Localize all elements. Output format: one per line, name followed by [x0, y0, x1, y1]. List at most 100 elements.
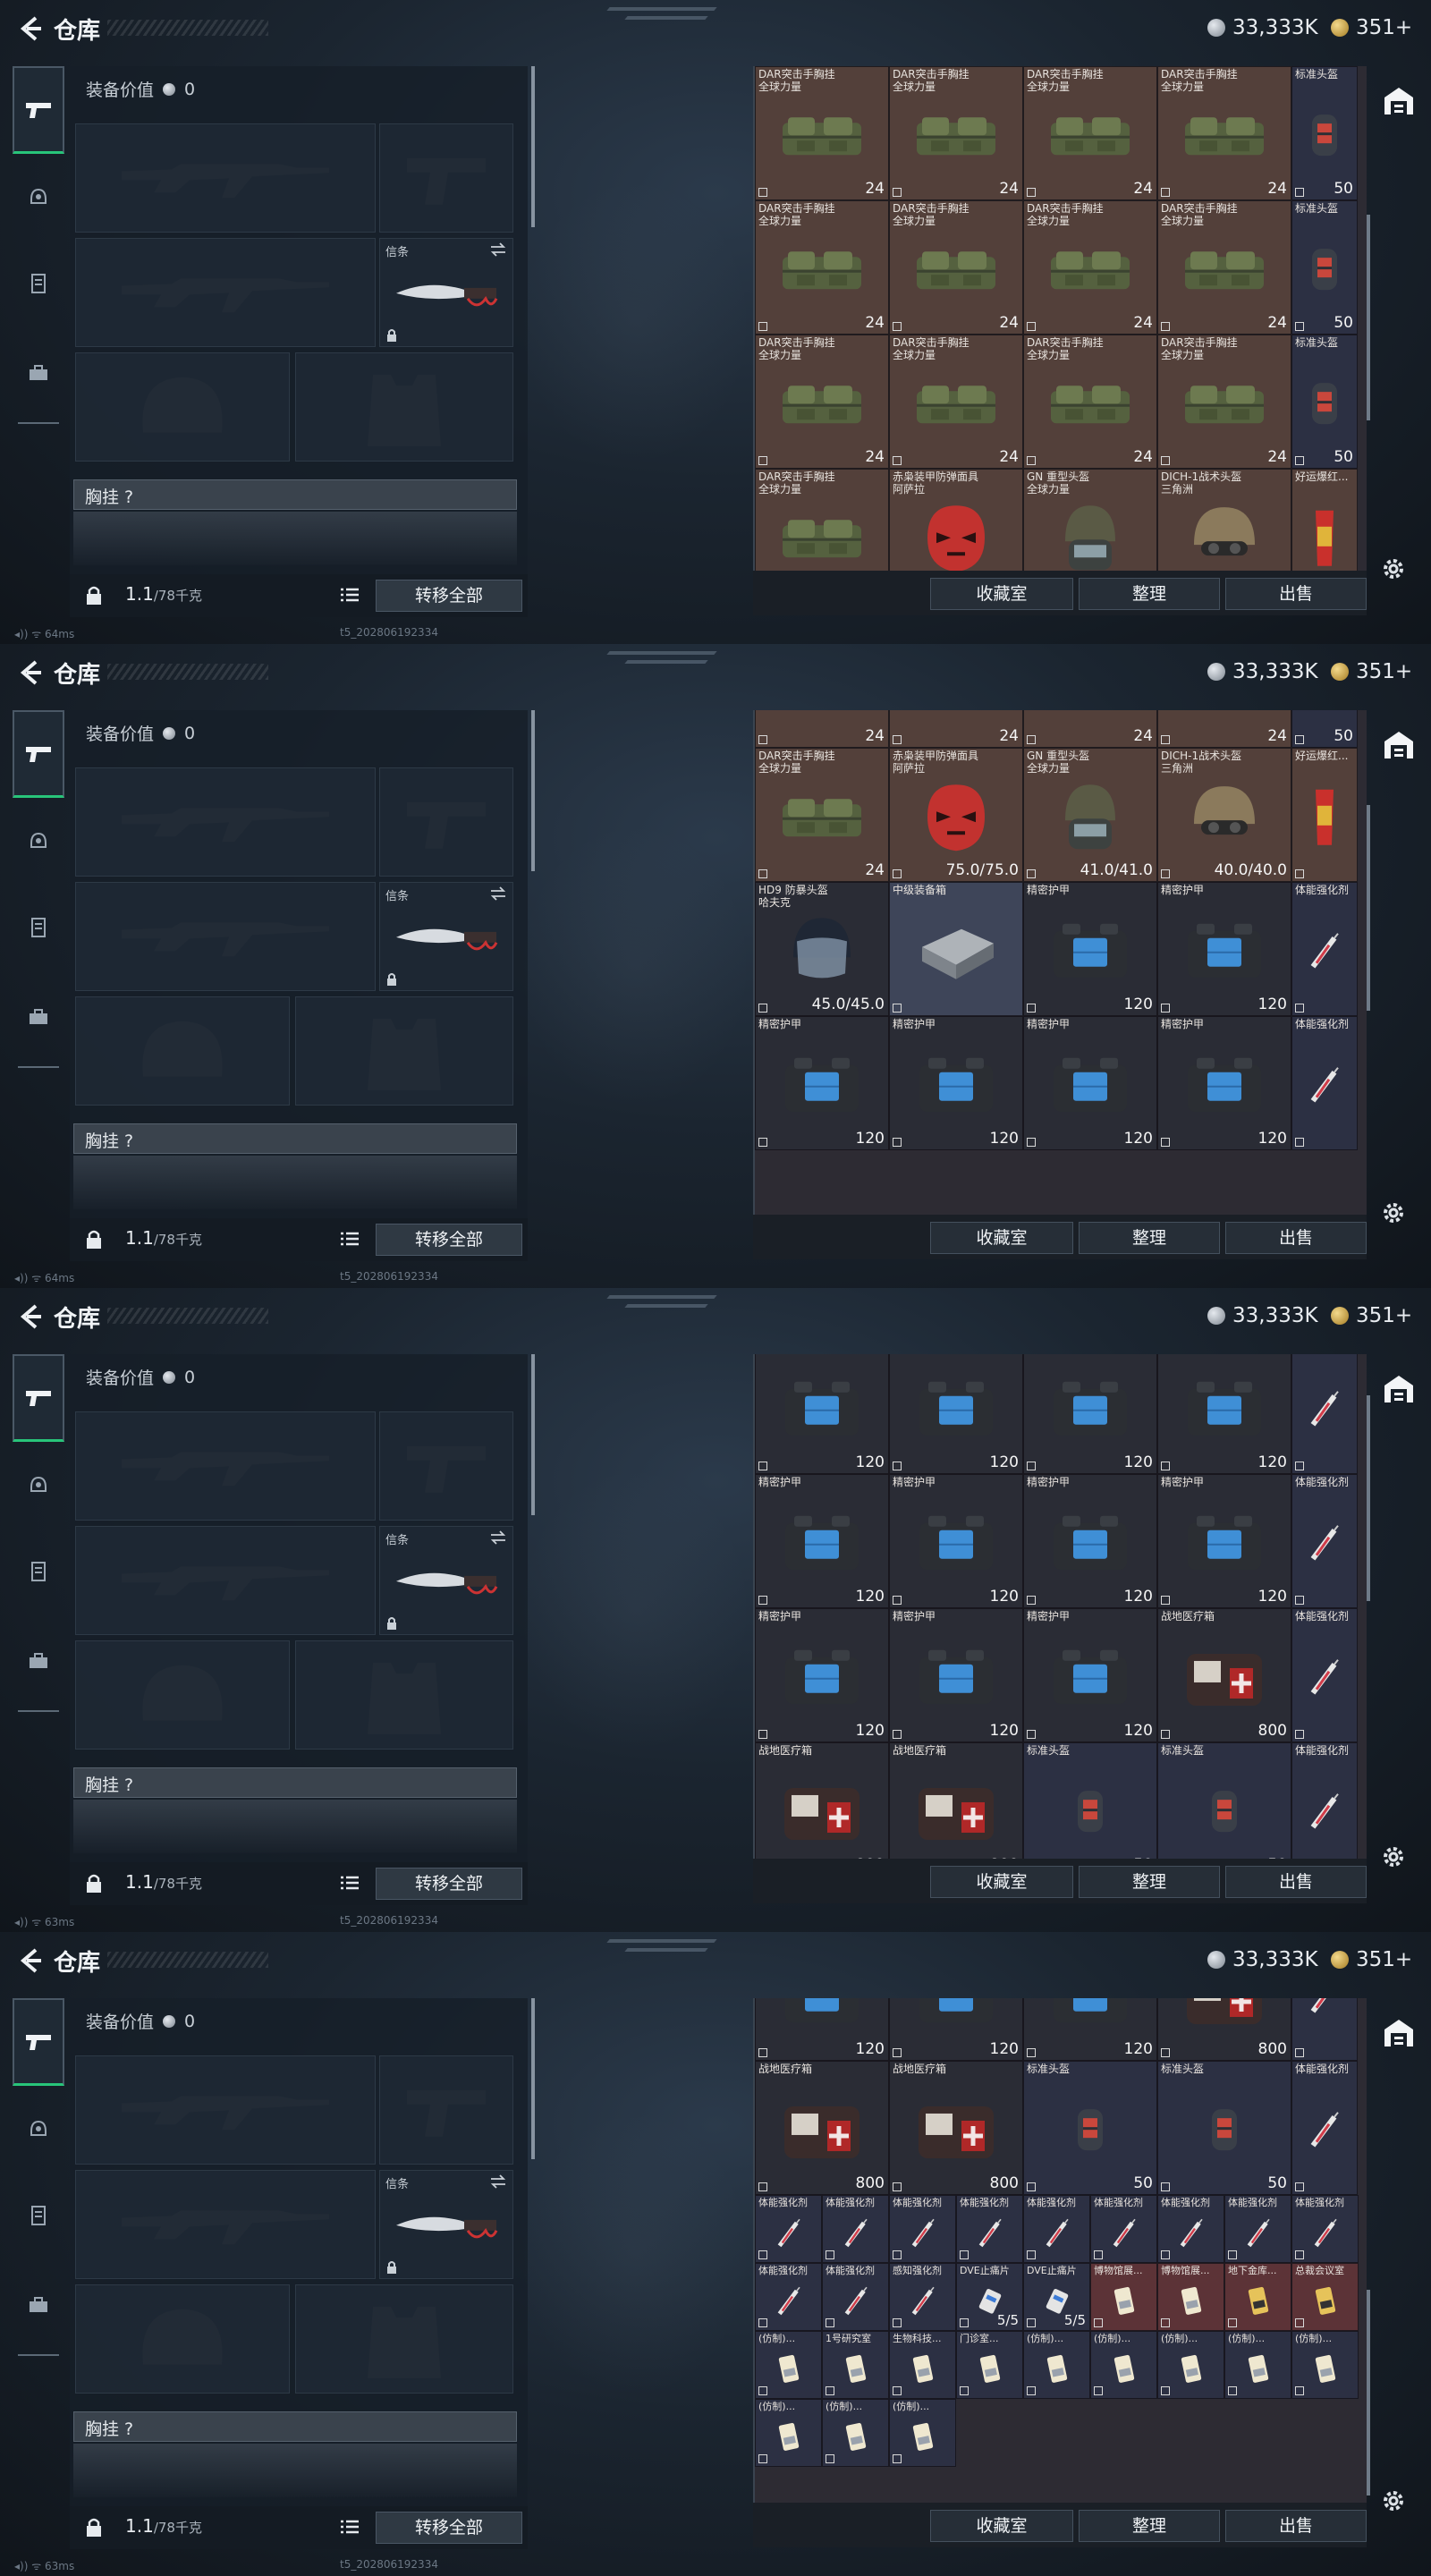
inventory-item[interactable]: (仿制)...	[1291, 2331, 1359, 2399]
inventory-item[interactable]: 精密护甲120	[755, 1608, 889, 1742]
swap-icon[interactable]	[489, 1530, 507, 1545]
warehouse-scrollbar[interactable]	[1367, 2290, 1370, 2496]
inventory-item[interactable]: 战地医疗箱800	[889, 2061, 1023, 2195]
settings-gear-icon[interactable]	[1379, 555, 1408, 583]
inventory-item[interactable]: 120	[1023, 1998, 1157, 2061]
warehouse-scrollbar[interactable]	[1367, 805, 1370, 1011]
nav-bags[interactable]	[18, 1639, 59, 1683]
inventory-item[interactable]: 精密护甲120	[1023, 1474, 1157, 1608]
helmet-slot[interactable]	[75, 352, 290, 462]
inventory-item[interactable]: DAR突击手胸挂 全球力量 24	[1157, 200, 1291, 335]
inventory-item[interactable]: (仿制)...	[755, 2399, 822, 2467]
nav-bags[interactable]	[18, 995, 59, 1039]
primary-weapon-slot[interactable]	[75, 767, 376, 877]
inventory-item[interactable]: 精密护甲120	[1023, 1354, 1157, 1474]
sell-button[interactable]: 出售	[1225, 578, 1367, 610]
nav-helmets[interactable]	[18, 2107, 59, 2152]
list-icon[interactable]	[340, 587, 360, 603]
tab-warehouse[interactable]	[1377, 2011, 1420, 2055]
helmet-slot[interactable]	[75, 1640, 290, 1750]
transfer-all-button[interactable]: 转移全部	[376, 1224, 522, 1256]
loadout-scrollbar[interactable]	[531, 1354, 535, 1515]
secure-melee-slot[interactable]: 信条	[379, 1526, 513, 1635]
warehouse-scrollbar[interactable]	[1367, 1395, 1370, 1601]
sidearm-slot[interactable]	[379, 767, 513, 877]
inventory-item[interactable]: 标准头盔 50	[1291, 200, 1358, 335]
nav-helmets[interactable]	[18, 819, 59, 864]
inventory-item[interactable]: 体能强化剂	[1291, 1016, 1358, 1150]
inventory-item[interactable]: 好运爆红...	[1291, 748, 1358, 882]
sidearm-slot[interactable]	[379, 1411, 513, 1521]
chest-rig-header[interactable]: 胸挂 ?	[73, 1123, 517, 1154]
vault-button[interactable]: 收藏室	[930, 1222, 1073, 1254]
inventory-item[interactable]: DAR突击手胸挂 全球力量 24	[1157, 66, 1291, 200]
list-icon[interactable]	[340, 1231, 360, 1247]
inventory-item[interactable]: (仿制)...	[1090, 2331, 1157, 2399]
sell-button[interactable]: 出售	[1225, 1866, 1367, 1898]
inventory-item[interactable]: 24	[889, 710, 1023, 748]
swap-icon[interactable]	[489, 242, 507, 257]
lock-icon[interactable]	[84, 1873, 104, 1894]
inventory-item[interactable]: 体能强化剂	[1291, 1354, 1358, 1474]
chest-rig-slot[interactable]	[73, 2444, 517, 2497]
warehouse-grid[interactable]: DAR突击手胸挂 全球力量 24 DAR突击手胸挂 全球力量 24 DAR突击手胸挂 全…	[753, 66, 1367, 615]
body-armor-slot[interactable]	[295, 1640, 513, 1750]
sort-button[interactable]: 整理	[1079, 1222, 1220, 1254]
inventory-item[interactable]: 体能强化剂	[822, 2263, 889, 2331]
body-armor-slot[interactable]	[295, 996, 513, 1106]
inventory-item[interactable]: DAR突击手胸挂 全球力量 24	[755, 200, 889, 335]
inventory-item[interactable]: 博物馆展...	[1090, 2263, 1157, 2331]
secure-melee-slot[interactable]: 信条	[379, 2170, 513, 2279]
silver-balance[interactable]: 33,333K	[1207, 13, 1318, 43]
tab-warehouse[interactable]	[1377, 79, 1420, 123]
inventory-item[interactable]: 精密护甲120	[889, 1354, 1023, 1474]
inventory-item[interactable]: DAR突击手胸挂 全球力量 24	[755, 66, 889, 200]
settings-gear-icon[interactable]	[1379, 1199, 1408, 1227]
silver-balance[interactable]: 33,333K	[1207, 1301, 1318, 1331]
inventory-item[interactable]: 精密护甲120	[1023, 1608, 1157, 1742]
inventory-item[interactable]: 精密护甲120	[755, 1016, 889, 1150]
inventory-item[interactable]: 精密护甲120	[755, 1354, 889, 1474]
inventory-item[interactable]: 50	[1291, 710, 1358, 748]
nav-helmets[interactable]	[18, 175, 59, 220]
inventory-item[interactable]: 体能强化剂	[1291, 1998, 1358, 2061]
chest-rig-header[interactable]: 胸挂 ?	[73, 1767, 517, 1798]
body-armor-slot[interactable]	[295, 2284, 513, 2394]
sort-button[interactable]: 整理	[1079, 1866, 1220, 1898]
back-arrow-icon[interactable]	[14, 1945, 47, 1977]
inventory-item[interactable]: 精密护甲120	[1023, 882, 1157, 1016]
swap-icon[interactable]	[489, 2174, 507, 2189]
tab-warehouse[interactable]	[1377, 723, 1420, 767]
helmet-slot[interactable]	[75, 2284, 290, 2394]
inventory-item[interactable]: 24	[1157, 710, 1291, 748]
gold-balance[interactable]: 351+	[1331, 13, 1412, 43]
inventory-item[interactable]: 体能强化剂	[1291, 1608, 1358, 1742]
body-armor-slot[interactable]	[295, 352, 513, 462]
inventory-item[interactable]: 体能强化剂	[1090, 2195, 1157, 2263]
inventory-item[interactable]: 精密护甲120	[1157, 1354, 1291, 1474]
inventory-item[interactable]: 1号研究室	[822, 2331, 889, 2399]
inventory-item[interactable]: 精密护甲120	[1157, 882, 1291, 1016]
warehouse-grid[interactable]: 精密护甲120精密护甲120精密护甲120精密护甲120体能强化剂精密护甲120…	[753, 1354, 1367, 1903]
inventory-item[interactable]: DAR突击手胸挂 全球力量 24	[1157, 335, 1291, 469]
inventory-item[interactable]: DAR突击手胸挂 全球力量 24	[889, 66, 1023, 200]
inventory-item[interactable]: 800	[1157, 1998, 1291, 2061]
loadout-scrollbar[interactable]	[531, 1998, 535, 2159]
list-icon[interactable]	[340, 1875, 360, 1891]
sidearm-slot[interactable]	[379, 2055, 513, 2165]
inventory-item[interactable]: 体能强化剂	[1291, 1474, 1358, 1608]
inventory-item[interactable]: 标准头盔 50	[1023, 2061, 1157, 2195]
tab-warehouse[interactable]	[1377, 1367, 1420, 1411]
inventory-item[interactable]: 体能强化剂	[1224, 2195, 1291, 2263]
nav-armor[interactable]	[18, 905, 59, 950]
settings-gear-icon[interactable]	[1379, 2487, 1408, 2515]
secondary-weapon-slot[interactable]	[75, 1526, 376, 1635]
inventory-item[interactable]: DVE止痛片 5/5	[1023, 2263, 1090, 2331]
settings-gear-icon[interactable]	[1379, 1843, 1408, 1871]
warehouse-scrollbar[interactable]	[1367, 215, 1370, 420]
swap-icon[interactable]	[489, 886, 507, 901]
inventory-item[interactable]: DAR突击手胸挂 全球力量 24	[755, 748, 889, 882]
inventory-item[interactable]: 战地医疗箱800	[755, 1742, 889, 1877]
loadout-scrollbar[interactable]	[531, 66, 535, 227]
vault-button[interactable]: 收藏室	[930, 578, 1073, 610]
